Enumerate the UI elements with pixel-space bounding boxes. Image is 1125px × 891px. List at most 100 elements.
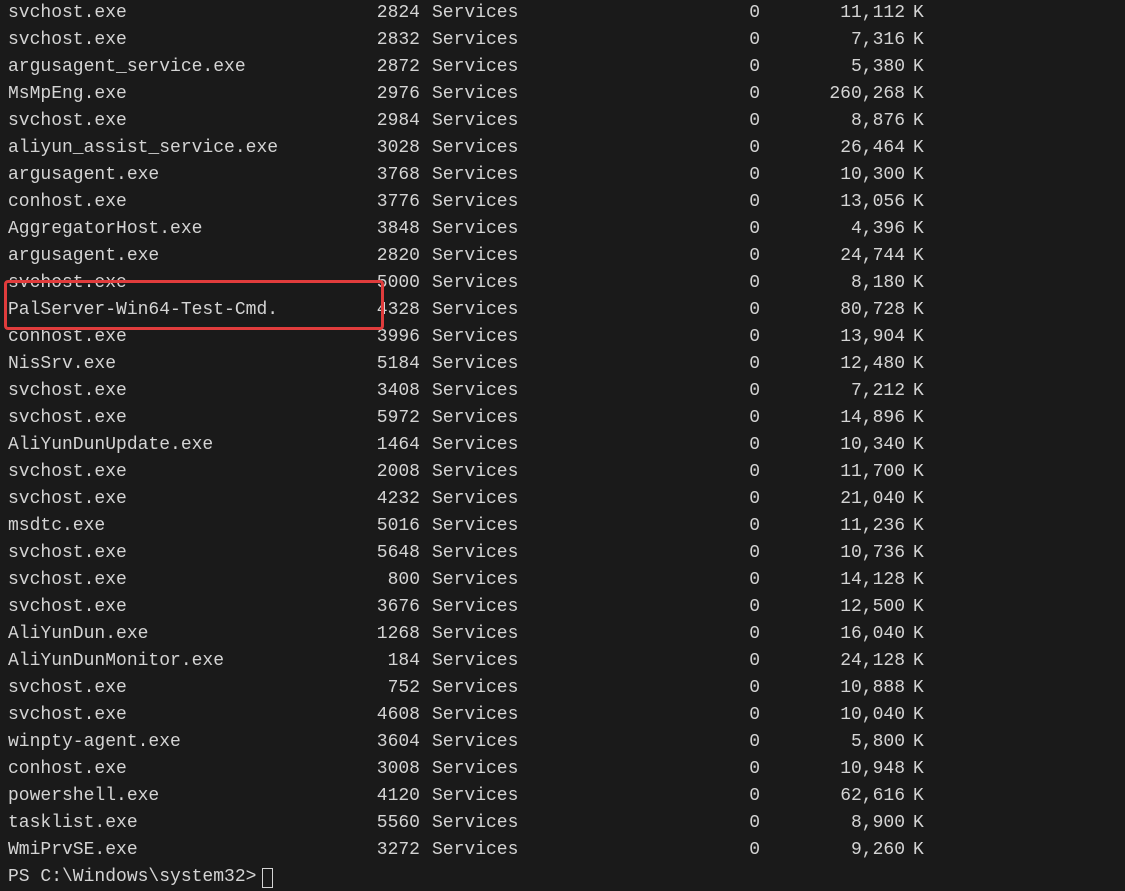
process-session-num: 0 [530, 324, 760, 351]
process-session: Services [420, 729, 530, 756]
process-row: powershell.exe4120Services062,616K [0, 783, 1125, 810]
process-memory-unit: K [905, 540, 935, 567]
process-pid: 5972 [340, 405, 420, 432]
process-memory-unit: K [905, 459, 935, 486]
process-memory-unit: K [905, 513, 935, 540]
process-row: AliYunDun.exe1268Services016,040K [0, 621, 1125, 648]
process-row: svchost.exe2984Services08,876K [0, 108, 1125, 135]
process-session-num: 0 [530, 405, 760, 432]
process-session-num: 0 [530, 567, 760, 594]
process-name: argusagent.exe [0, 243, 340, 270]
process-name: NisSrv.exe [0, 351, 340, 378]
process-memory-unit: K [905, 351, 935, 378]
process-name: argusagent.exe [0, 162, 340, 189]
process-name: svchost.exe [0, 702, 340, 729]
process-session: Services [420, 297, 530, 324]
process-pid: 3008 [340, 756, 420, 783]
process-session: Services [420, 594, 530, 621]
process-name: svchost.exe [0, 270, 340, 297]
process-row: argusagent_service.exe2872Services05,380… [0, 54, 1125, 81]
process-row: AliYunDunUpdate.exe1464Services010,340K [0, 432, 1125, 459]
process-session: Services [420, 351, 530, 378]
process-row: aliyun_assist_service.exe3028Services026… [0, 135, 1125, 162]
process-memory: 26,464 [760, 135, 905, 162]
process-session: Services [420, 702, 530, 729]
process-pid: 2976 [340, 81, 420, 108]
process-row: svchost.exe2824Services011,112K [0, 0, 1125, 27]
process-session: Services [420, 216, 530, 243]
process-memory: 10,736 [760, 540, 905, 567]
process-memory-unit: K [905, 243, 935, 270]
process-memory-unit: K [905, 27, 935, 54]
process-pid: 5016 [340, 513, 420, 540]
process-session: Services [420, 837, 530, 864]
process-session: Services [420, 513, 530, 540]
process-session-num: 0 [530, 459, 760, 486]
process-pid: 4328 [340, 297, 420, 324]
process-session-num: 0 [530, 594, 760, 621]
process-session: Services [420, 405, 530, 432]
process-memory-unit: K [905, 216, 935, 243]
process-memory-unit: K [905, 432, 935, 459]
process-memory-unit: K [905, 729, 935, 756]
process-name: svchost.exe [0, 27, 340, 54]
process-memory: 9,260 [760, 837, 905, 864]
process-session-num: 0 [530, 54, 760, 81]
terminal-output[interactable]: svchost.exe2824Services011,112Ksvchost.e… [0, 0, 1125, 891]
process-memory: 16,040 [760, 621, 905, 648]
process-session: Services [420, 621, 530, 648]
process-memory-unit: K [905, 810, 935, 837]
process-row: svchost.exe752Services010,888K [0, 675, 1125, 702]
process-row: conhost.exe3996Services013,904K [0, 324, 1125, 351]
process-pid: 5000 [340, 270, 420, 297]
process-memory: 8,876 [760, 108, 905, 135]
process-session: Services [420, 81, 530, 108]
process-name: svchost.exe [0, 108, 340, 135]
process-session: Services [420, 0, 530, 27]
process-name: conhost.exe [0, 189, 340, 216]
process-name: aliyun_assist_service.exe [0, 135, 340, 162]
process-session-num: 0 [530, 81, 760, 108]
process-name: svchost.exe [0, 675, 340, 702]
process-pid: 2872 [340, 54, 420, 81]
process-memory: 8,900 [760, 810, 905, 837]
process-pid: 2008 [340, 459, 420, 486]
process-pid: 184 [340, 648, 420, 675]
process-memory-unit: K [905, 648, 935, 675]
process-name: svchost.exe [0, 540, 340, 567]
process-name: svchost.exe [0, 594, 340, 621]
process-pid: 3676 [340, 594, 420, 621]
process-row: svchost.exe2832Services07,316K [0, 27, 1125, 54]
process-session-num: 0 [530, 837, 760, 864]
process-memory-unit: K [905, 162, 935, 189]
process-name: AliYunDunUpdate.exe [0, 432, 340, 459]
process-row: AliYunDunMonitor.exe184Services024,128K [0, 648, 1125, 675]
process-session-num: 0 [530, 378, 760, 405]
process-session-num: 0 [530, 513, 760, 540]
process-name: winpty-agent.exe [0, 729, 340, 756]
process-memory-unit: K [905, 594, 935, 621]
process-memory-unit: K [905, 324, 935, 351]
process-memory-unit: K [905, 675, 935, 702]
process-name: svchost.exe [0, 405, 340, 432]
process-session-num: 0 [530, 189, 760, 216]
process-session-num: 0 [530, 675, 760, 702]
process-pid: 2820 [340, 243, 420, 270]
process-row: AggregatorHost.exe3848Services04,396K [0, 216, 1125, 243]
process-pid: 2824 [340, 0, 420, 27]
process-name: powershell.exe [0, 783, 340, 810]
process-name: svchost.exe [0, 459, 340, 486]
process-session-num: 0 [530, 216, 760, 243]
process-memory-unit: K [905, 189, 935, 216]
process-row: svchost.exe2008Services011,700K [0, 459, 1125, 486]
prompt-line[interactable]: PS C:\Windows\system32> [0, 864, 1125, 891]
process-memory-unit: K [905, 270, 935, 297]
process-pid: 1268 [340, 621, 420, 648]
process-session: Services [420, 108, 530, 135]
process-session-num: 0 [530, 756, 760, 783]
process-memory: 11,236 [760, 513, 905, 540]
process-memory: 11,112 [760, 0, 905, 27]
process-row: msdtc.exe5016Services011,236K [0, 513, 1125, 540]
process-name: MsMpEng.exe [0, 81, 340, 108]
process-memory: 10,340 [760, 432, 905, 459]
